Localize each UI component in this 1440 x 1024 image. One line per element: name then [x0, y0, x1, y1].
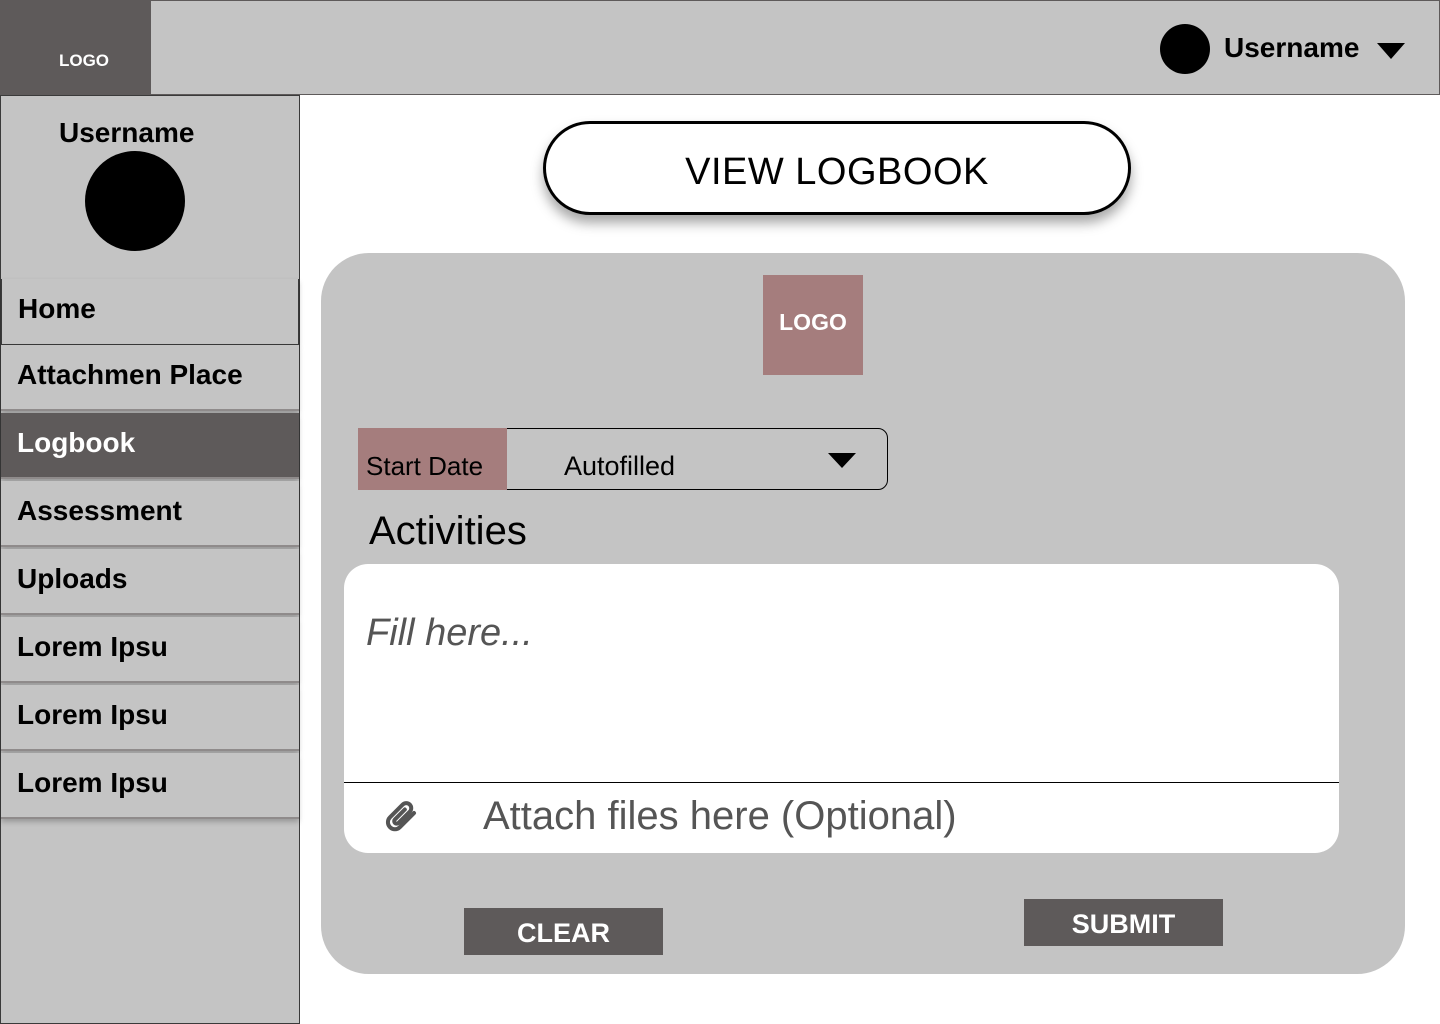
user-avatar[interactable]	[1160, 24, 1210, 74]
start-date-value[interactable]: Autofilled	[564, 451, 675, 482]
sidebar-item-label: Lorem Ipsu	[17, 699, 168, 730]
sidebar-item-attachment-place[interactable]: Attachmen Place	[1, 345, 299, 411]
sidebar-item-uploads[interactable]: Uploads	[1, 549, 299, 615]
sidebar-item-label: Attachmen Place	[17, 359, 243, 390]
sidebar-item-label: Home	[18, 293, 96, 324]
top-logo-text: LOGO	[58, 51, 110, 70]
activities-input[interactable]	[344, 564, 1339, 783]
sidebar-avatar[interactable]	[85, 151, 185, 251]
sidebar-item-assessment[interactable]: Assessment	[1, 481, 299, 547]
sidebar-item-lorem-3[interactable]: Lorem Ipsu	[1, 753, 299, 819]
sidebar: Username Home Attachmen Place Logbook As…	[0, 95, 300, 1024]
sidebar-item-label: Uploads	[17, 563, 128, 594]
user-menu-chevron-down-icon[interactable]	[1377, 43, 1405, 59]
sidebar-item-home[interactable]: Home	[1, 279, 299, 345]
activities-label: Activities	[369, 509, 527, 553]
sidebar-item-label: Logbook	[17, 427, 136, 458]
clear-button[interactable]: CLEAR	[464, 908, 663, 955]
sidebar-item-label: Lorem Ipsu	[17, 767, 168, 798]
top-username[interactable]: Username	[1224, 32, 1359, 64]
sidebar-username: Username	[59, 117, 195, 148]
sidebar-item-lorem-1[interactable]: Lorem Ipsu	[1, 617, 299, 683]
top-logo[interactable]: LOGO	[1, 1, 151, 96]
view-logbook-button[interactable]: VIEW LOGBOOK	[543, 121, 1131, 215]
sidebar-item-lorem-2[interactable]: Lorem Ipsu	[1, 685, 299, 751]
sidebar-item-logbook[interactable]: Logbook	[1, 413, 299, 479]
sidebar-item-label: Lorem Ipsu	[17, 631, 168, 662]
top-bar: LOGO Username	[0, 0, 1440, 96]
start-date-chevron-down-icon[interactable]	[828, 453, 856, 468]
start-date-label-box: Start Date	[358, 428, 507, 490]
start-date-label: Start Date	[366, 451, 484, 481]
attach-files-text[interactable]: Attach files here (Optional)	[483, 794, 957, 839]
submit-button[interactable]: SUBMIT	[1024, 899, 1223, 946]
sidebar-profile: Username	[1, 96, 299, 280]
sidebar-item-label: Assessment	[17, 495, 182, 526]
paperclip-icon[interactable]	[380, 796, 424, 840]
form-logo: LOGO	[763, 275, 863, 375]
